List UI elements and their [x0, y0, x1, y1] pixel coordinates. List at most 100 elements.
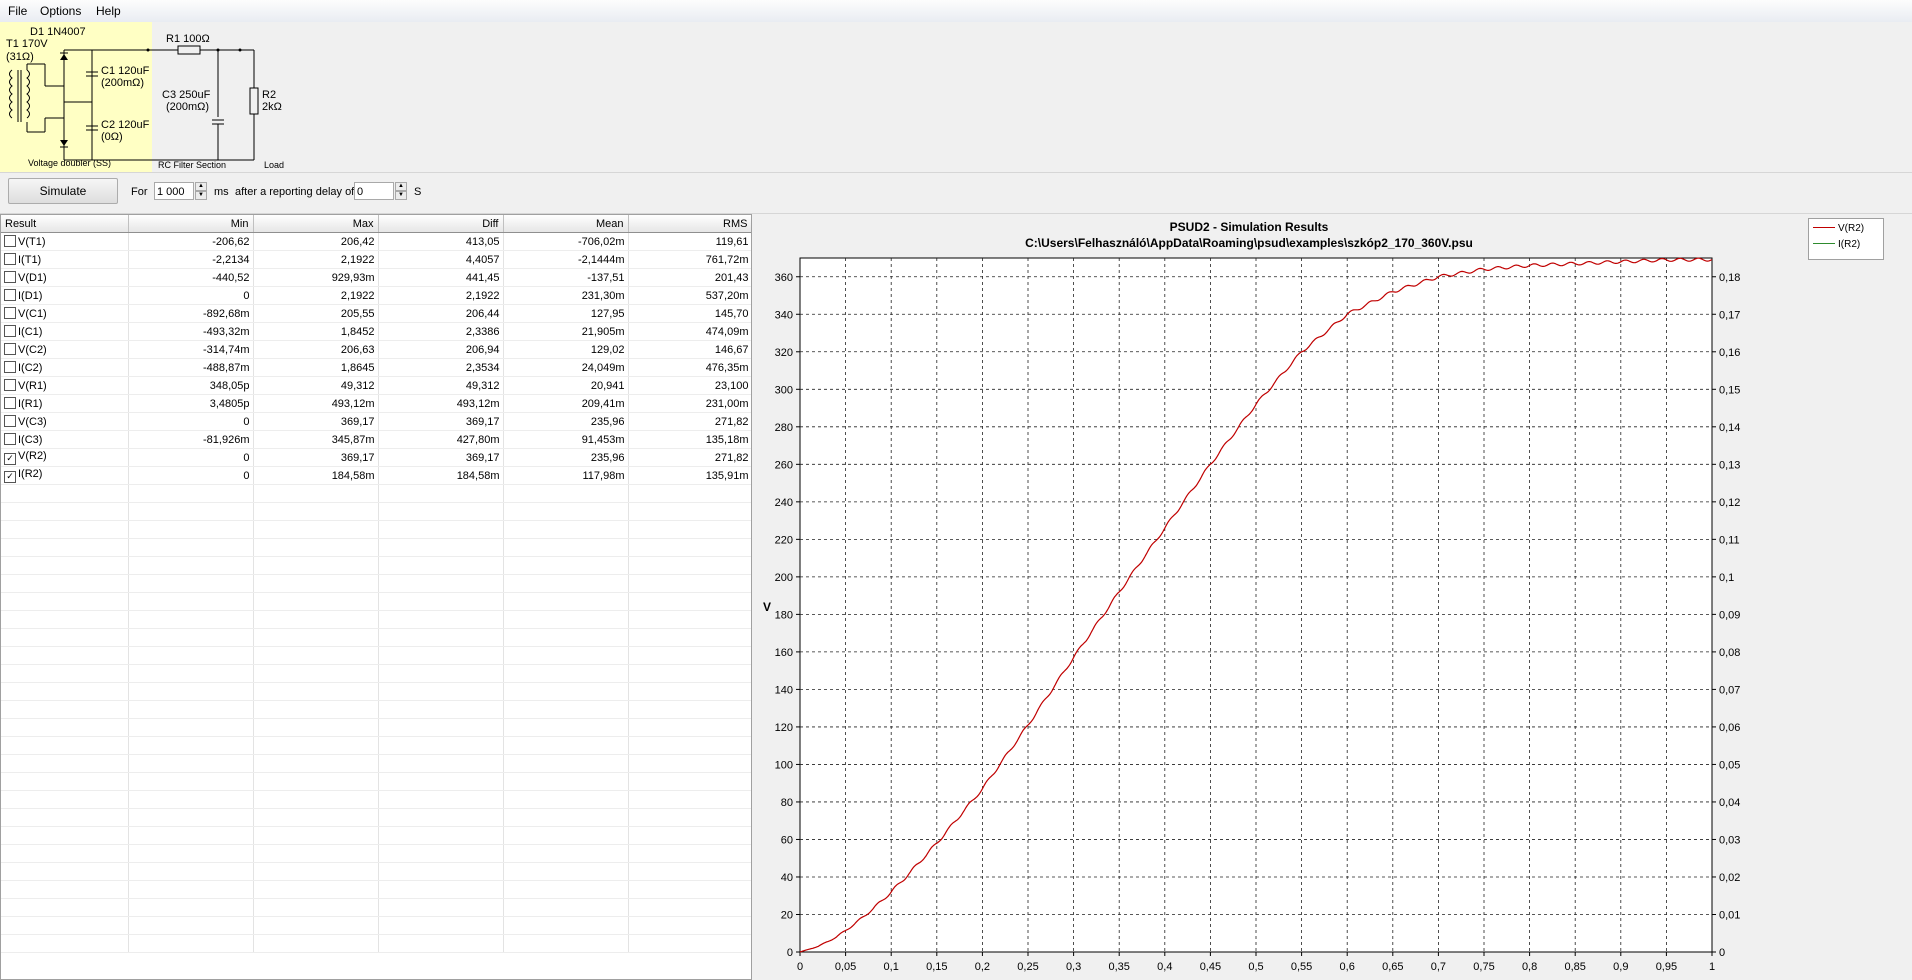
empty-cell — [503, 646, 629, 665]
c1-esr: (200mΩ) — [101, 77, 144, 89]
menu-options[interactable]: Options — [37, 3, 84, 19]
result-checkbox[interactable] — [4, 361, 16, 373]
table-row[interactable]: V(D1) -440,52 929,93m 441,45 -137,51 201,43 — [1, 268, 751, 287]
result-name: V(R2) — [18, 450, 47, 462]
result-mean-cell: 231,30m — [503, 286, 629, 305]
result-rms-cell: 537,20m — [628, 286, 751, 305]
result-min-cell: -2,2134 — [128, 250, 254, 269]
spin-up-icon[interactable]: ▲ — [395, 182, 407, 191]
table-row[interactable]: ✓ V(R2) 0 369,17 369,17 235,96 271,82 — [1, 448, 751, 467]
menu-file[interactable]: File — [5, 3, 30, 19]
table-row[interactable]: V(C1) -892,68m 205,55 206,44 127,95 145,70 — [1, 304, 751, 323]
for-label: For — [131, 186, 148, 198]
simulate-button[interactable]: Simulate — [8, 178, 118, 204]
result-checkbox[interactable] — [4, 343, 16, 355]
table-row[interactable]: V(C3) 0 369,17 369,17 235,96 271,82 — [1, 412, 751, 431]
result-rms-cell: 135,91m — [628, 466, 751, 485]
result-checkbox[interactable] — [4, 235, 16, 247]
table-row[interactable]: ✓ I(R2) 0 184,58m 184,58m 117,98m 135,91m — [1, 466, 751, 485]
table-row[interactable]: I(C2) -488,87m 1,8645 2,3534 24,049m 476,35m — [1, 358, 751, 377]
result-max-cell: 369,17 — [253, 412, 379, 431]
result-name-cell: V(C2) — [1, 340, 129, 359]
c3-label: C3 250uF — [162, 89, 211, 101]
result-checkbox[interactable] — [4, 433, 16, 445]
empty-cell — [628, 520, 751, 539]
empty-cell — [128, 718, 254, 737]
empty-cell — [1, 844, 129, 863]
empty-cell — [503, 844, 629, 863]
empty-cell — [628, 538, 751, 557]
result-mean-cell: 20,941 — [503, 376, 629, 395]
spin-down-icon[interactable]: ▼ — [195, 191, 207, 200]
result-checkbox[interactable] — [4, 325, 16, 337]
column-header-mean[interactable]: Mean — [503, 215, 629, 233]
delay-input[interactable]: 0 — [354, 182, 394, 200]
table-row[interactable]: V(T1) -206,62 206,42 413,05 -706,02m 119,61 — [1, 232, 751, 251]
table-row[interactable]: V(C2) -314,74m 206,63 206,94 129,02 146,67 — [1, 340, 751, 359]
result-checkbox[interactable] — [4, 253, 16, 265]
y2-tick-label: 0,06 — [1719, 722, 1740, 734]
empty-cell — [1, 736, 129, 755]
y2-tick-label: 0,04 — [1719, 797, 1740, 809]
empty-row — [1, 736, 751, 755]
empty-cell — [628, 502, 751, 521]
empty-cell — [628, 664, 751, 683]
empty-cell — [503, 610, 629, 629]
y-axis-label: V — [763, 600, 771, 614]
chart-subtitle: C:\Users\Felhasználó\AppData\Roaming\psu… — [1025, 236, 1473, 250]
result-checkbox[interactable]: ✓ — [4, 453, 16, 465]
empty-cell — [1, 700, 129, 719]
empty-cell — [628, 556, 751, 575]
empty-cell — [1, 718, 129, 737]
table-row[interactable]: I(T1) -2,2134 2,1922 4,4057 -2,1444m 761,72m — [1, 250, 751, 269]
table-row[interactable]: V(R1) 348,05p 49,312 49,312 20,941 23,100 — [1, 376, 751, 395]
column-header-diff[interactable]: Diff — [378, 215, 504, 233]
table-row[interactable]: I(C1) -493,32m 1,8452 2,3386 21,905m 474,09m — [1, 322, 751, 341]
empty-cell — [253, 646, 379, 665]
table-row[interactable]: I(R1) 3,4805p 493,12m 493,12m 209,41m 231,00m — [1, 394, 751, 413]
result-min-cell: -314,74m — [128, 340, 254, 359]
delay-spinner[interactable]: ▲ ▼ — [395, 182, 407, 200]
empty-cell — [503, 754, 629, 773]
empty-cell — [128, 736, 254, 755]
table-row[interactable]: I(D1) 0 2,1922 2,1922 231,30m 537,20m — [1, 286, 751, 305]
empty-cell — [128, 592, 254, 611]
y-tick-label: 100 — [775, 759, 793, 771]
y-tick-label: 200 — [775, 572, 793, 584]
column-header-result[interactable]: Result — [1, 215, 129, 233]
result-mean-cell: 127,95 — [503, 304, 629, 323]
spin-down-icon[interactable]: ▼ — [395, 191, 407, 200]
empty-row — [1, 556, 751, 575]
empty-cell — [628, 844, 751, 863]
result-checkbox[interactable] — [4, 289, 16, 301]
column-header-min[interactable]: Min — [128, 215, 254, 233]
spin-up-icon[interactable]: ▲ — [195, 182, 207, 191]
result-max-cell: 369,17 — [253, 448, 379, 467]
result-checkbox[interactable] — [4, 379, 16, 391]
result-rms-cell: 135,18m — [628, 430, 751, 449]
empty-row — [1, 574, 751, 593]
result-name: V(T1) — [18, 236, 46, 248]
result-checkbox[interactable] — [4, 271, 16, 283]
column-header-rms[interactable]: RMS — [628, 215, 751, 233]
empty-cell — [1, 880, 129, 899]
empty-cell — [128, 574, 254, 593]
duration-input[interactable]: 1 000 — [154, 182, 194, 200]
menu-bar: File Options Help — [0, 0, 1912, 23]
empty-cell — [1, 934, 129, 953]
menu-help[interactable]: Help — [93, 3, 124, 19]
result-checkbox[interactable] — [4, 415, 16, 427]
result-checkbox[interactable] — [4, 397, 16, 409]
empty-cell — [128, 520, 254, 539]
x-tick-label: 0,25 — [1017, 961, 1038, 973]
result-checkbox[interactable]: ✓ — [4, 471, 16, 483]
r2-label: R2 — [262, 89, 276, 101]
table-row[interactable]: I(C3) -81,926m 345,87m 427,80m 91,453m 135,18… — [1, 430, 751, 449]
column-header-max[interactable]: Max — [253, 215, 379, 233]
result-rms-cell: 231,00m — [628, 394, 751, 413]
empty-cell — [628, 790, 751, 809]
empty-cell — [628, 862, 751, 881]
duration-spinner[interactable]: ▲ ▼ — [195, 182, 207, 200]
result-name: I(T1) — [18, 254, 42, 266]
result-checkbox[interactable] — [4, 307, 16, 319]
